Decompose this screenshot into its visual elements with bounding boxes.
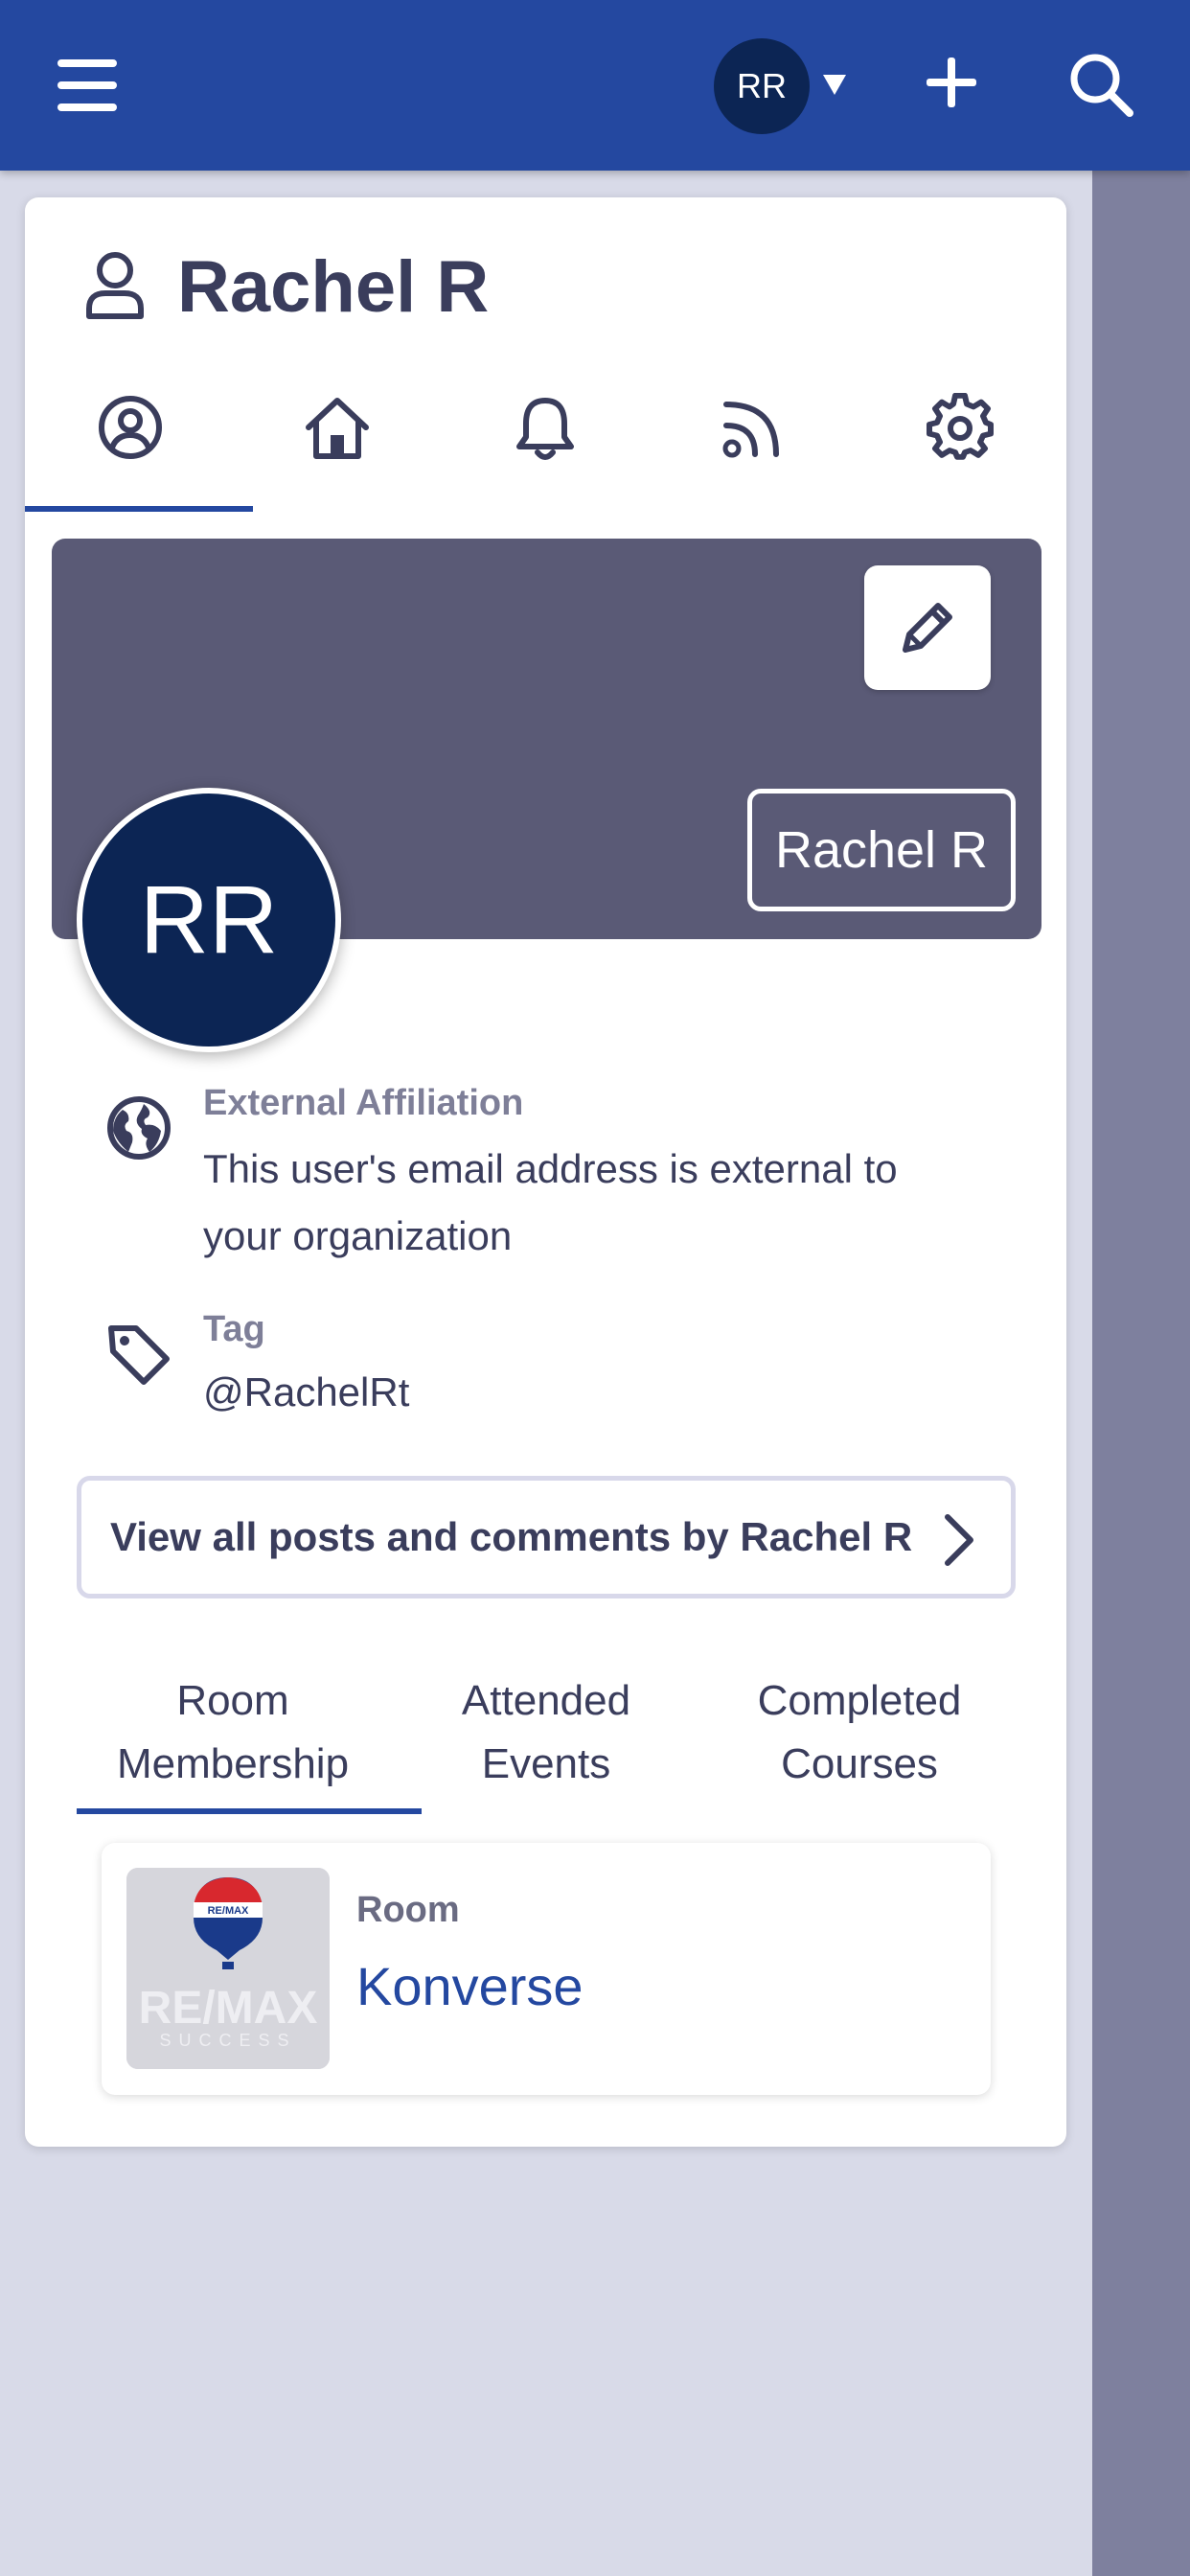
- room-name-link[interactable]: Konverse: [356, 1955, 584, 2017]
- subtab-room-membership[interactable]: Room Membership: [75, 1669, 391, 1796]
- logo-tagline: SUCCESS: [159, 2031, 296, 2050]
- logo-brand-small: RE/MAX: [208, 1905, 249, 1917]
- pencil-icon: [903, 603, 952, 653]
- side-overlay: [1092, 171, 1190, 2576]
- tab-settings-gear-icon[interactable]: [926, 393, 995, 462]
- affiliation-label: External Affiliation: [203, 1083, 524, 1123]
- room-label: Room: [356, 1890, 460, 1930]
- logo-brand-large: RE/MAX: [139, 1983, 318, 2034]
- view-posts-label: View all posts and comments by Rachel R: [110, 1514, 913, 1559]
- affiliation-text-line1: This user's email address is external to: [203, 1146, 898, 1191]
- chevron-right-icon: [945, 1514, 973, 1566]
- affiliation-text-line2: your organization: [203, 1213, 513, 1258]
- subtab-completed-courses[interactable]: Completed Courses: [701, 1669, 1018, 1796]
- subtab-attended-events[interactable]: Attended Events: [388, 1669, 704, 1796]
- edit-profile-button[interactable]: [864, 565, 991, 690]
- plus-icon[interactable]: [925, 56, 978, 109]
- account-avatar[interactable]: RR: [714, 38, 810, 134]
- view-posts-button[interactable]: View all posts and comments by Rachel R: [77, 1476, 1016, 1598]
- active-tab-indicator: [25, 506, 253, 512]
- search-icon[interactable]: [1066, 50, 1135, 119]
- globe-icon: [107, 1096, 171, 1160]
- tab-feed-rss-icon[interactable]: [719, 393, 788, 462]
- caret-down-icon[interactable]: [820, 69, 849, 98]
- tab-profile-icon[interactable]: [96, 393, 165, 462]
- menu-icon[interactable]: [57, 59, 119, 111]
- user-icon: [86, 252, 144, 319]
- profile-avatar: RR: [77, 788, 341, 1052]
- top-bar: RR: [0, 0, 1190, 171]
- room-logo: RE/MAX RE/MAX SUCCESS: [126, 1868, 330, 2069]
- tag-label: Tag: [203, 1309, 265, 1349]
- tab-home-icon[interactable]: [303, 393, 372, 462]
- banner-name-badge: Rachel R: [747, 789, 1016, 911]
- tag-value: @RachelRt: [203, 1369, 410, 1414]
- page-title: Rachel R: [177, 246, 490, 328]
- active-subtab-indicator: [77, 1808, 422, 1814]
- tag-icon: [108, 1325, 170, 1385]
- tab-notifications-bell-icon[interactable]: [511, 393, 580, 462]
